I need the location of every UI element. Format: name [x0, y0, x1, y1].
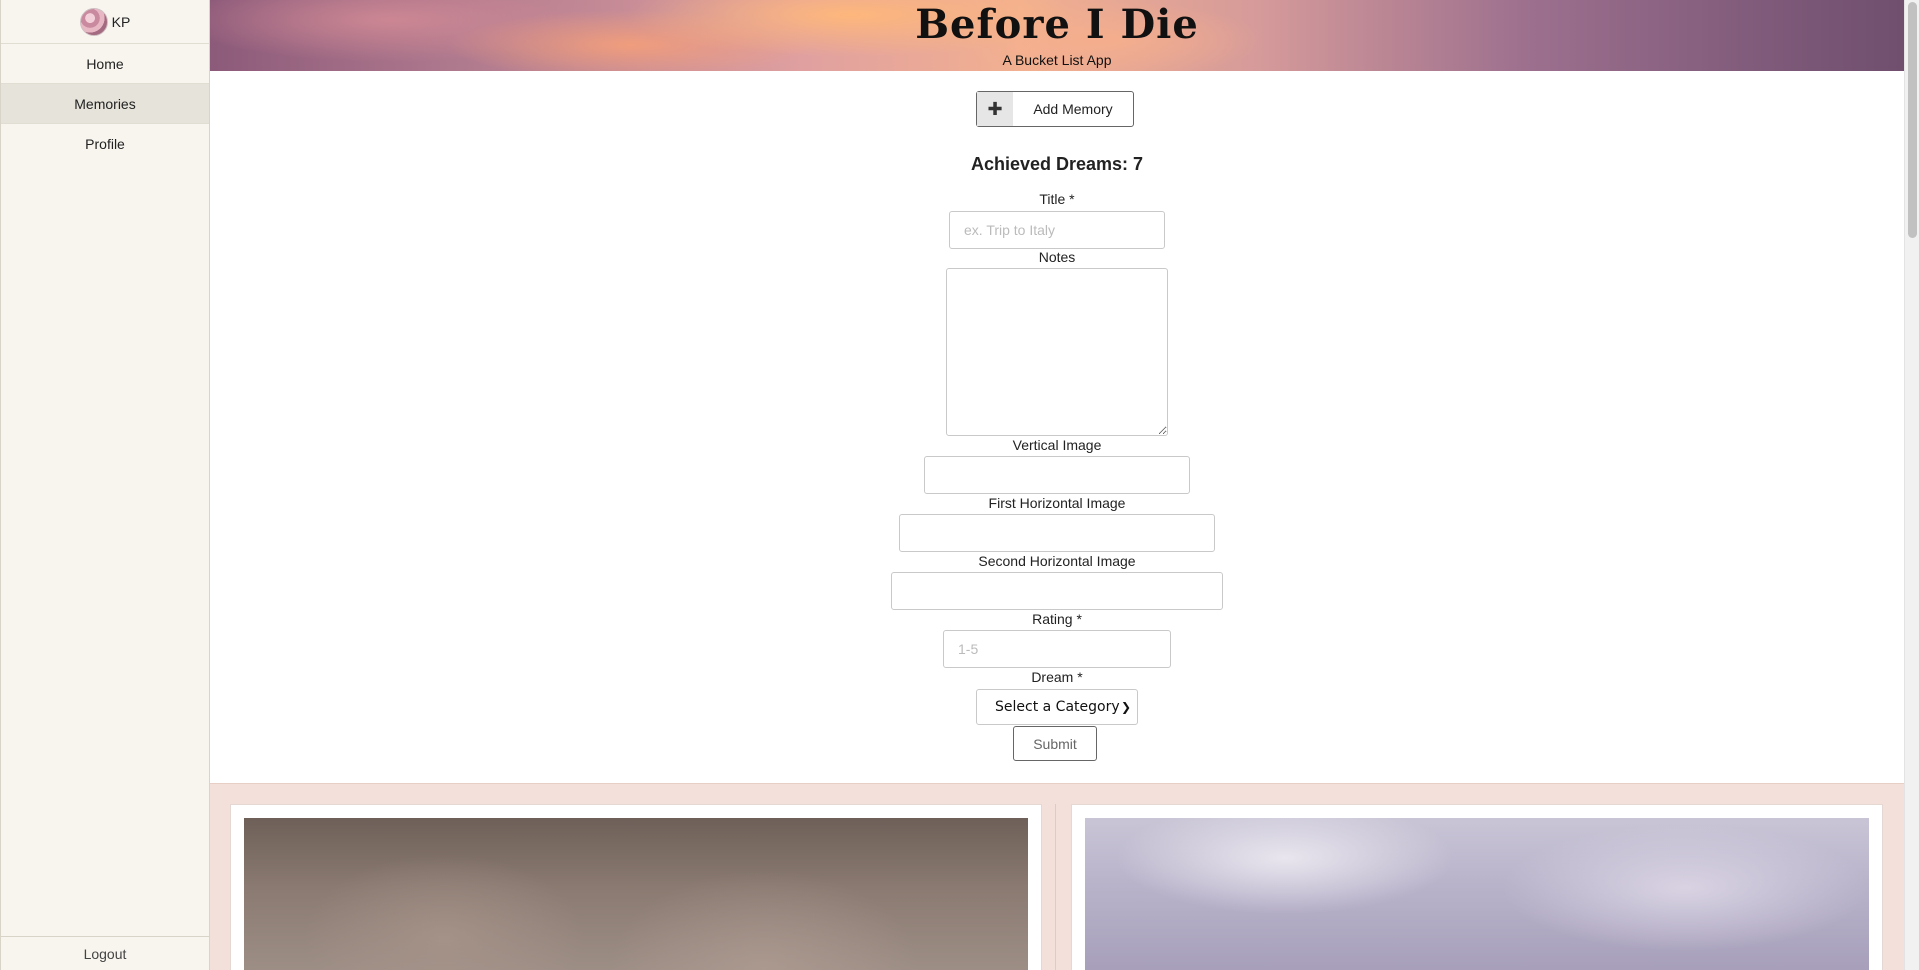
notes-label: Notes	[1038, 249, 1076, 265]
first-horizontal-image-label: First Horizontal Image	[988, 495, 1126, 511]
add-memory-button[interactable]: ✚ Add Memory	[976, 91, 1134, 127]
submit-button[interactable]: Submit	[1013, 726, 1097, 761]
sidebar-item-profile[interactable]: Profile	[1, 124, 209, 164]
dream-category-select[interactable]: Select a Category ❯	[976, 689, 1138, 725]
dream-select-value: Select a Category	[995, 699, 1120, 715]
sidebar: KP Home Memories Profile Logout	[0, 0, 210, 970]
second-horizontal-image-label: Second Horizontal Image	[978, 553, 1136, 569]
sidebar-item-home[interactable]: Home	[1, 44, 209, 84]
second-horizontal-image-input[interactable]	[891, 572, 1223, 610]
chevron-down-icon: ❯	[1120, 700, 1131, 714]
page-header: Before I Die A Bucket List App	[210, 0, 1904, 71]
dream-label: Dream *	[1031, 669, 1083, 685]
notes-textarea[interactable]	[946, 268, 1168, 436]
scrollbar-thumb[interactable]	[1908, 2, 1917, 238]
memory-image	[1085, 818, 1869, 970]
rating-input[interactable]	[943, 630, 1171, 668]
title-input[interactable]	[949, 211, 1165, 249]
first-horizontal-image-input[interactable]	[899, 514, 1215, 552]
app-title: Before I Die	[915, 1, 1199, 48]
memory-card[interactable]	[230, 804, 1042, 970]
memory-image	[244, 818, 1028, 970]
memory-form-section: ✚ Add Memory Achieved Dreams: 7 Title * …	[210, 71, 1904, 783]
user-profile[interactable]: KP	[1, 0, 209, 44]
page-scrollbar[interactable]	[1904, 0, 1919, 970]
plus-icon: ✚	[977, 92, 1013, 126]
vertical-image-label: Vertical Image	[1012, 437, 1102, 453]
rating-label: Rating *	[1032, 611, 1082, 627]
memory-cards	[210, 783, 1904, 970]
memory-card[interactable]	[1071, 804, 1883, 970]
vertical-image-input[interactable]	[924, 456, 1190, 494]
avatar	[79, 7, 108, 36]
user-initials: KP	[111, 13, 131, 30]
achieved-dreams-count: Achieved Dreams: 7	[970, 154, 1144, 174]
sidebar-item-memories[interactable]: Memories	[1, 84, 209, 124]
logout-button[interactable]: Logout	[1, 936, 209, 970]
add-memory-label: Add Memory	[1033, 101, 1113, 117]
title-label: Title *	[1039, 191, 1075, 207]
app-subtitle: A Bucket List App	[1002, 52, 1112, 68]
card-divider	[1055, 804, 1056, 970]
